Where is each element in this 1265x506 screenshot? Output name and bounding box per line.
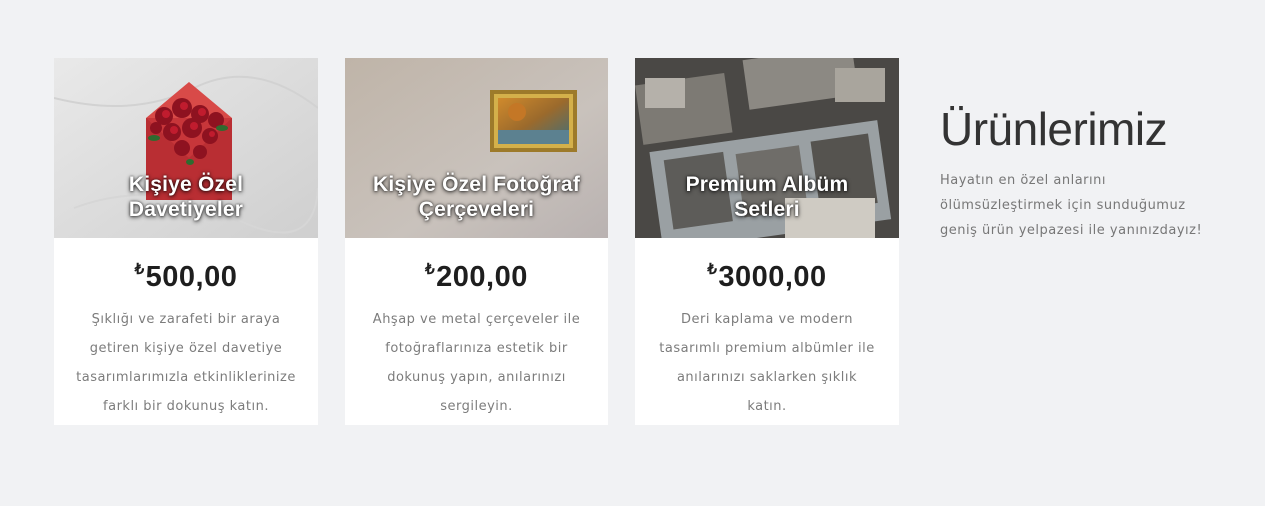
product-price: ₺500,00 (54, 252, 318, 295)
price-value: 200,00 (436, 261, 528, 293)
product-title[interactable]: Kişiye Özel Davetiyeler (54, 172, 318, 222)
product-description: Ahşap ve metal çerçeveler ile fotoğrafla… (372, 312, 581, 414)
price-value: 3000,00 (718, 261, 827, 293)
product-title[interactable]: Kişiye Özel Fotoğraf Çerçeveleri (345, 172, 608, 222)
product-price: ₺3000,00 (635, 252, 899, 295)
section-title: Ürünlerimiz (940, 103, 1168, 155)
currency-symbol: ₺ (134, 261, 145, 278)
price-value: 500,00 (145, 261, 238, 293)
product-title[interactable]: Premium Albüm Setleri (635, 172, 899, 222)
product-image-albums: Premium Albüm Setleri (635, 58, 899, 238)
product-card-frames[interactable]: Kişiye Özel Fotoğraf Çerçeveleri ₺200,00… (345, 58, 608, 425)
product-description: Deri kaplama ve modern tasarımlı premium… (659, 312, 875, 414)
product-card-invitations[interactable]: Kişiye Özel Davetiyeler ₺500,00 Şıklığı … (54, 58, 318, 425)
product-card-albums[interactable]: Premium Albüm Setleri ₺3000,00 Deri kapl… (635, 58, 899, 425)
product-price: ₺200,00 (345, 252, 608, 295)
currency-symbol: ₺ (707, 261, 718, 278)
currency-symbol: ₺ (425, 261, 436, 278)
product-image-frames: Kişiye Özel Fotoğraf Çerçeveleri (345, 58, 608, 238)
product-image-invitations: Kişiye Özel Davetiyeler (54, 58, 318, 238)
section-description: Hayatın en özel anlarını ölümsüzleştirme… (940, 173, 1203, 238)
product-description: Şıklığı ve zarafeti bir araya getiren ki… (76, 312, 296, 414)
